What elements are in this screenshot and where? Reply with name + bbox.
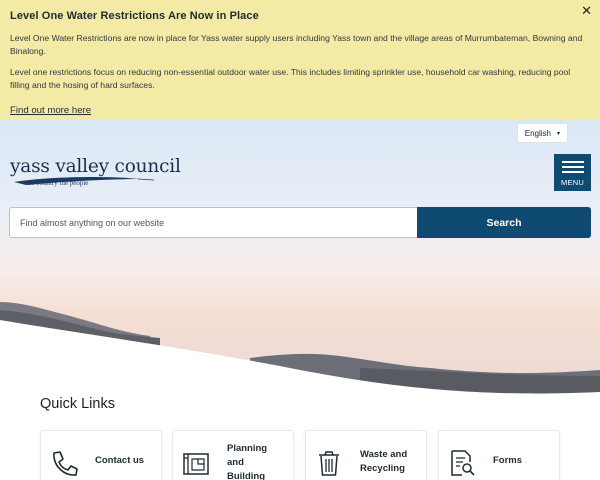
quick-links-heading: Quick Links [40,396,115,412]
search-bar: Search [9,207,591,238]
language-select[interactable]: English ▾ [516,123,568,143]
quick-link-label: Waste and Recycling [360,449,408,474]
chevron-down-icon: ▾ [556,130,560,137]
close-icon[interactable]: ✕ [581,3,592,19]
bin-icon [319,451,339,476]
quick-link-label: Planning and Building [227,443,268,480]
blueprint-icon [183,453,209,475]
menu-button[interactable]: MENU [554,154,591,191]
find-out-more-link[interactable]: Find out more here [10,105,91,116]
language-label: English [524,128,551,138]
hero: English ▾ yass valley council the countr… [0,120,600,400]
alert-paragraph: Level One Water Restrictions are now in … [10,33,583,56]
logo-tagline: the country the people [26,179,89,187]
council-logo[interactable]: yass valley council the country the peop… [10,156,181,187]
hamburger-icon [561,161,584,163]
alert-title: Level One Water Restrictions Are Now in … [10,10,259,22]
quick-link-contact-us[interactable]: Contact us [40,430,162,480]
alert-paragraph: Level one restrictions focus on reducing… [10,67,571,90]
menu-label: MENU [561,178,584,187]
quick-link-forms[interactable]: Forms [438,430,560,480]
quick-link-label: Forms [493,455,523,466]
alert-banner: ✕ Level One Water Restrictions Are Now i… [0,0,600,120]
search-button[interactable]: Search [417,207,591,238]
quick-link-label: Contact us [95,455,145,466]
quick-link-waste-and-recycling[interactable]: Waste and Recycling [305,430,427,480]
document-search-icon [451,450,475,476]
search-input[interactable] [9,207,417,238]
quick-link-planning-and-building[interactable]: Planning and Building [172,430,294,480]
quick-links-section: Quick Links Contact us Planning and Buil… [0,380,600,480]
phone-icon [53,451,78,476]
